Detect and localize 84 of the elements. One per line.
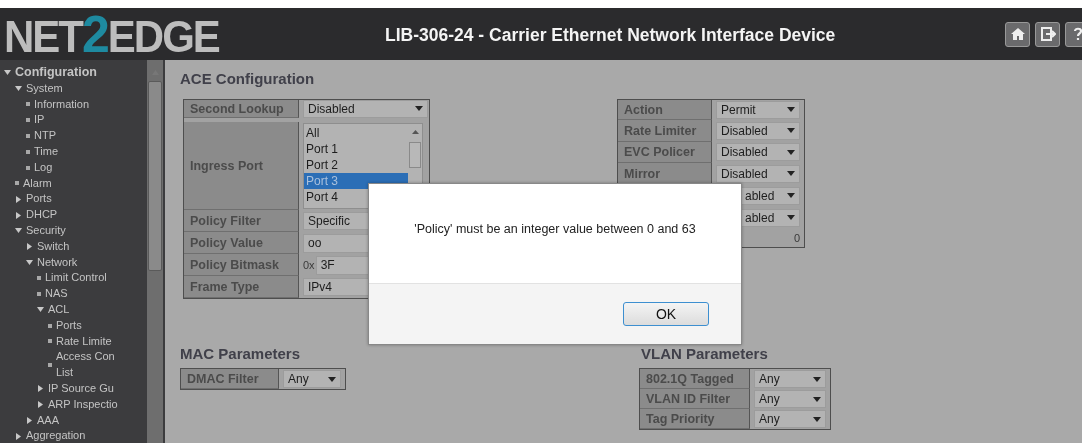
field-label: Ingress Port [184,122,299,210]
field-label: 802.1Q Tagged [640,369,750,389]
scrollbar[interactable] [147,60,163,443]
sidebar-item[interactable]: IP [0,112,147,129]
caret-icon [787,149,795,155]
port-option[interactable]: Port 2 [304,157,408,173]
bullet-icon [48,363,52,368]
help-icon[interactable] [1065,21,1082,47]
dropdown[interactable]: Any [754,370,826,388]
caret-icon [813,416,821,422]
field-label: Policy Bitmask [184,254,299,276]
caret-icon [813,376,821,382]
sidebar-item[interactable]: NAS [0,286,147,302]
caret-icon [787,193,795,198]
dropdown[interactable]: Any [754,390,826,408]
logout-icon[interactable] [1035,21,1060,47]
bullet-icon [37,276,41,281]
field-label: Policy Filter [184,210,299,232]
caret-icon [787,128,795,133]
field-label: DMAC Filter [181,369,279,389]
bullet-icon [26,149,30,154]
bullet-icon [15,181,19,186]
sidebar-item[interactable]: Security [0,222,147,239]
field-label: Mirror [618,163,712,185]
sidebar-item[interactable]: ARP Inspectio [0,396,147,413]
field-label: Policy Value [184,232,299,254]
dropdown[interactable]: Any [283,370,341,388]
bullet-icon [26,134,30,139]
dropdown[interactable]: Any [754,410,826,428]
sidebar-item[interactable]: Log [0,159,147,176]
sidebar-item[interactable]: Limit Control [0,270,147,287]
sidebar-item[interactable]: Configuration [0,65,147,81]
sidebar-item[interactable]: Ports [0,191,147,208]
sidebar-item[interactable]: Aggregation [0,428,147,443]
dropdown[interactable]: Permit [716,100,800,119]
sidebar-item[interactable]: NTP [0,128,147,144]
sidebar-item[interactable]: Ports [0,317,147,334]
dropdown[interactable]: Disabled [716,164,800,183]
bullet-icon [26,165,30,170]
bullet-icon [48,323,52,328]
sidebar-item[interactable]: Information [0,96,147,113]
sidebar-item[interactable]: AAA [0,412,147,429]
section-heading: VLAN Parameters [641,345,769,362]
field-label: Second Lookup [184,100,299,118]
section-heading: ACE Configuration [180,70,316,87]
field-label: EVC Policer [618,142,712,163]
bullet-icon [48,339,52,344]
sidebar-item[interactable]: Rate Limite [0,333,147,350]
home-icon[interactable] [1005,21,1030,47]
sidebar-item[interactable]: Time [0,144,147,160]
counter-value: 0 [792,231,800,244]
port-option[interactable]: All [304,125,408,141]
port-option[interactable]: Port 1 [304,141,408,157]
field-label: Frame Type [184,276,299,298]
scroll-up-icon[interactable] [411,130,419,134]
caret-icon [415,106,423,111]
hex-prefix: 0x [303,259,315,271]
sidebar-item[interactable]: Switch [0,238,147,255]
dropdown[interactable]: Disabled [716,143,800,161]
sidebar-item[interactable]: Access Con List [0,349,147,381]
sidebar-item[interactable]: Network [0,254,147,271]
field-label: Action [618,100,712,120]
sidebar-item[interactable]: Alarm [0,175,147,192]
ok-button[interactable]: OK [623,302,709,326]
logo: NET2EDGE [3,7,219,61]
caret-icon [787,107,795,112]
field-label: Tag Priority [640,409,750,429]
device-title: LIB-306-24 - Carrier Ethernet Network Interface Device [385,25,836,46]
section-heading: MAC Parameters [180,345,302,362]
field-label: Rate Limiter [618,120,712,142]
caret-icon [787,215,795,220]
bullet-icon [37,292,41,297]
caret-icon [328,376,336,382]
caret-icon [787,171,795,176]
bullet-icon [26,118,30,123]
sidebar-item[interactable]: ACL [0,301,147,318]
dropdown[interactable]: Disabled [303,99,428,118]
dropdown[interactable]: Disabled [716,121,800,140]
sidebar-item[interactable]: System [0,80,147,97]
caret-icon [813,396,821,402]
sidebar-item[interactable]: DHCP [0,207,147,223]
bullet-icon [26,102,30,107]
field-label: VLAN ID Filter [640,389,750,409]
sidebar-item[interactable]: IP Source Gu [0,380,147,397]
